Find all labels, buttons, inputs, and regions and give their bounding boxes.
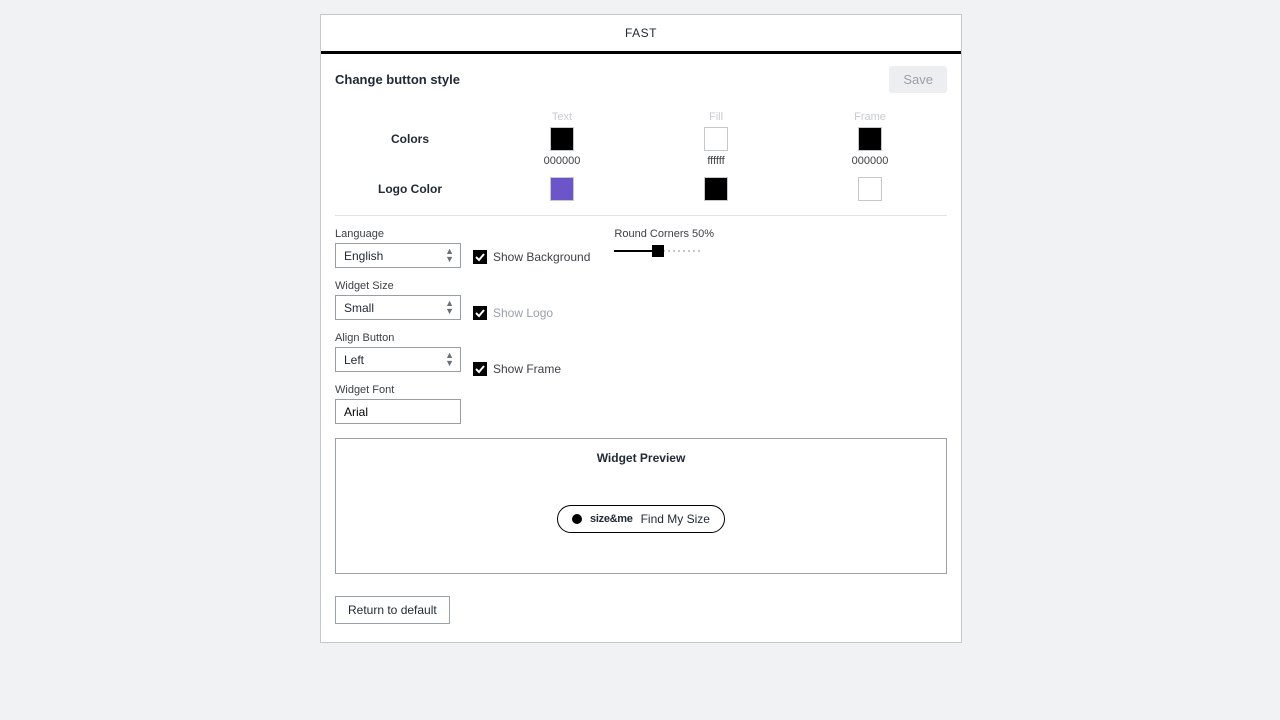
align-value: Left xyxy=(344,353,364,367)
colors-label: Colors xyxy=(335,132,485,146)
font-input[interactable] xyxy=(335,399,461,424)
check-icon xyxy=(475,308,485,318)
chevron-down-icon: ▼ xyxy=(445,359,454,368)
show-frame-checkbox[interactable] xyxy=(473,362,487,376)
show-background-checkbox[interactable] xyxy=(473,250,487,264)
show-logo-checkbox[interactable] xyxy=(473,306,487,320)
return-to-default-button[interactable]: Return to default xyxy=(335,596,450,624)
logo-color-swatch-1[interactable] xyxy=(550,177,574,201)
color-text-hex: 000000 xyxy=(544,155,581,167)
font-label: Widget Font xyxy=(335,384,461,396)
widget-size-value: Small xyxy=(344,301,374,315)
logo-color-swatch-2[interactable] xyxy=(704,177,728,201)
save-button[interactable]: Save xyxy=(889,66,947,93)
settings-card: FAST Change button style Save Colors Tex… xyxy=(320,14,962,643)
color-frame-swatch[interactable] xyxy=(858,127,882,151)
preview-button-label: Find My Size xyxy=(641,512,710,526)
color-text-label: Text xyxy=(552,111,572,123)
chevron-down-icon: ▼ xyxy=(445,307,454,316)
slider-track-inactive xyxy=(658,250,702,252)
logo-text: size&me xyxy=(590,513,633,525)
align-select[interactable]: Left ▲ ▼ xyxy=(335,347,461,372)
preview-widget-button[interactable]: size&me Find My Size xyxy=(557,505,725,533)
widget-size-select[interactable]: Small ▲ ▼ xyxy=(335,295,461,320)
check-icon xyxy=(475,364,485,374)
divider xyxy=(335,215,947,216)
slider-thumb[interactable] xyxy=(652,245,664,257)
round-corners-slider[interactable] xyxy=(614,244,702,258)
color-fill-hex: ffffff xyxy=(707,155,724,167)
show-frame-label: Show Frame xyxy=(493,362,561,376)
color-fill-swatch[interactable] xyxy=(704,127,728,151)
color-text-swatch[interactable] xyxy=(550,127,574,151)
language-label: Language xyxy=(335,228,461,240)
check-icon xyxy=(475,252,485,262)
widget-preview-panel: Widget Preview size&me Find My Size xyxy=(335,438,947,574)
show-background-label: Show Background xyxy=(493,250,590,264)
widget-size-label: Widget Size xyxy=(335,280,461,292)
color-frame-hex: 000000 xyxy=(852,155,889,167)
logo-color-label: Logo Color xyxy=(335,182,485,196)
tab-bar: FAST xyxy=(321,15,961,54)
round-corners-label: Round Corners 50% xyxy=(614,228,714,240)
page-title: Change button style xyxy=(335,72,460,87)
tab-fast[interactable]: FAST xyxy=(625,26,657,40)
language-value: English xyxy=(344,249,383,263)
show-logo-label: Show Logo xyxy=(493,306,553,320)
logo-color-swatch-3[interactable] xyxy=(858,177,882,201)
align-label: Align Button xyxy=(335,332,461,344)
widget-preview-title: Widget Preview xyxy=(336,451,946,465)
chevron-down-icon: ▼ xyxy=(445,255,454,264)
color-fill-label: Fill xyxy=(709,111,723,123)
color-frame-label: Frame xyxy=(854,111,886,123)
language-select[interactable]: English ▲ ▼ xyxy=(335,243,461,268)
logo-icon xyxy=(572,514,582,524)
